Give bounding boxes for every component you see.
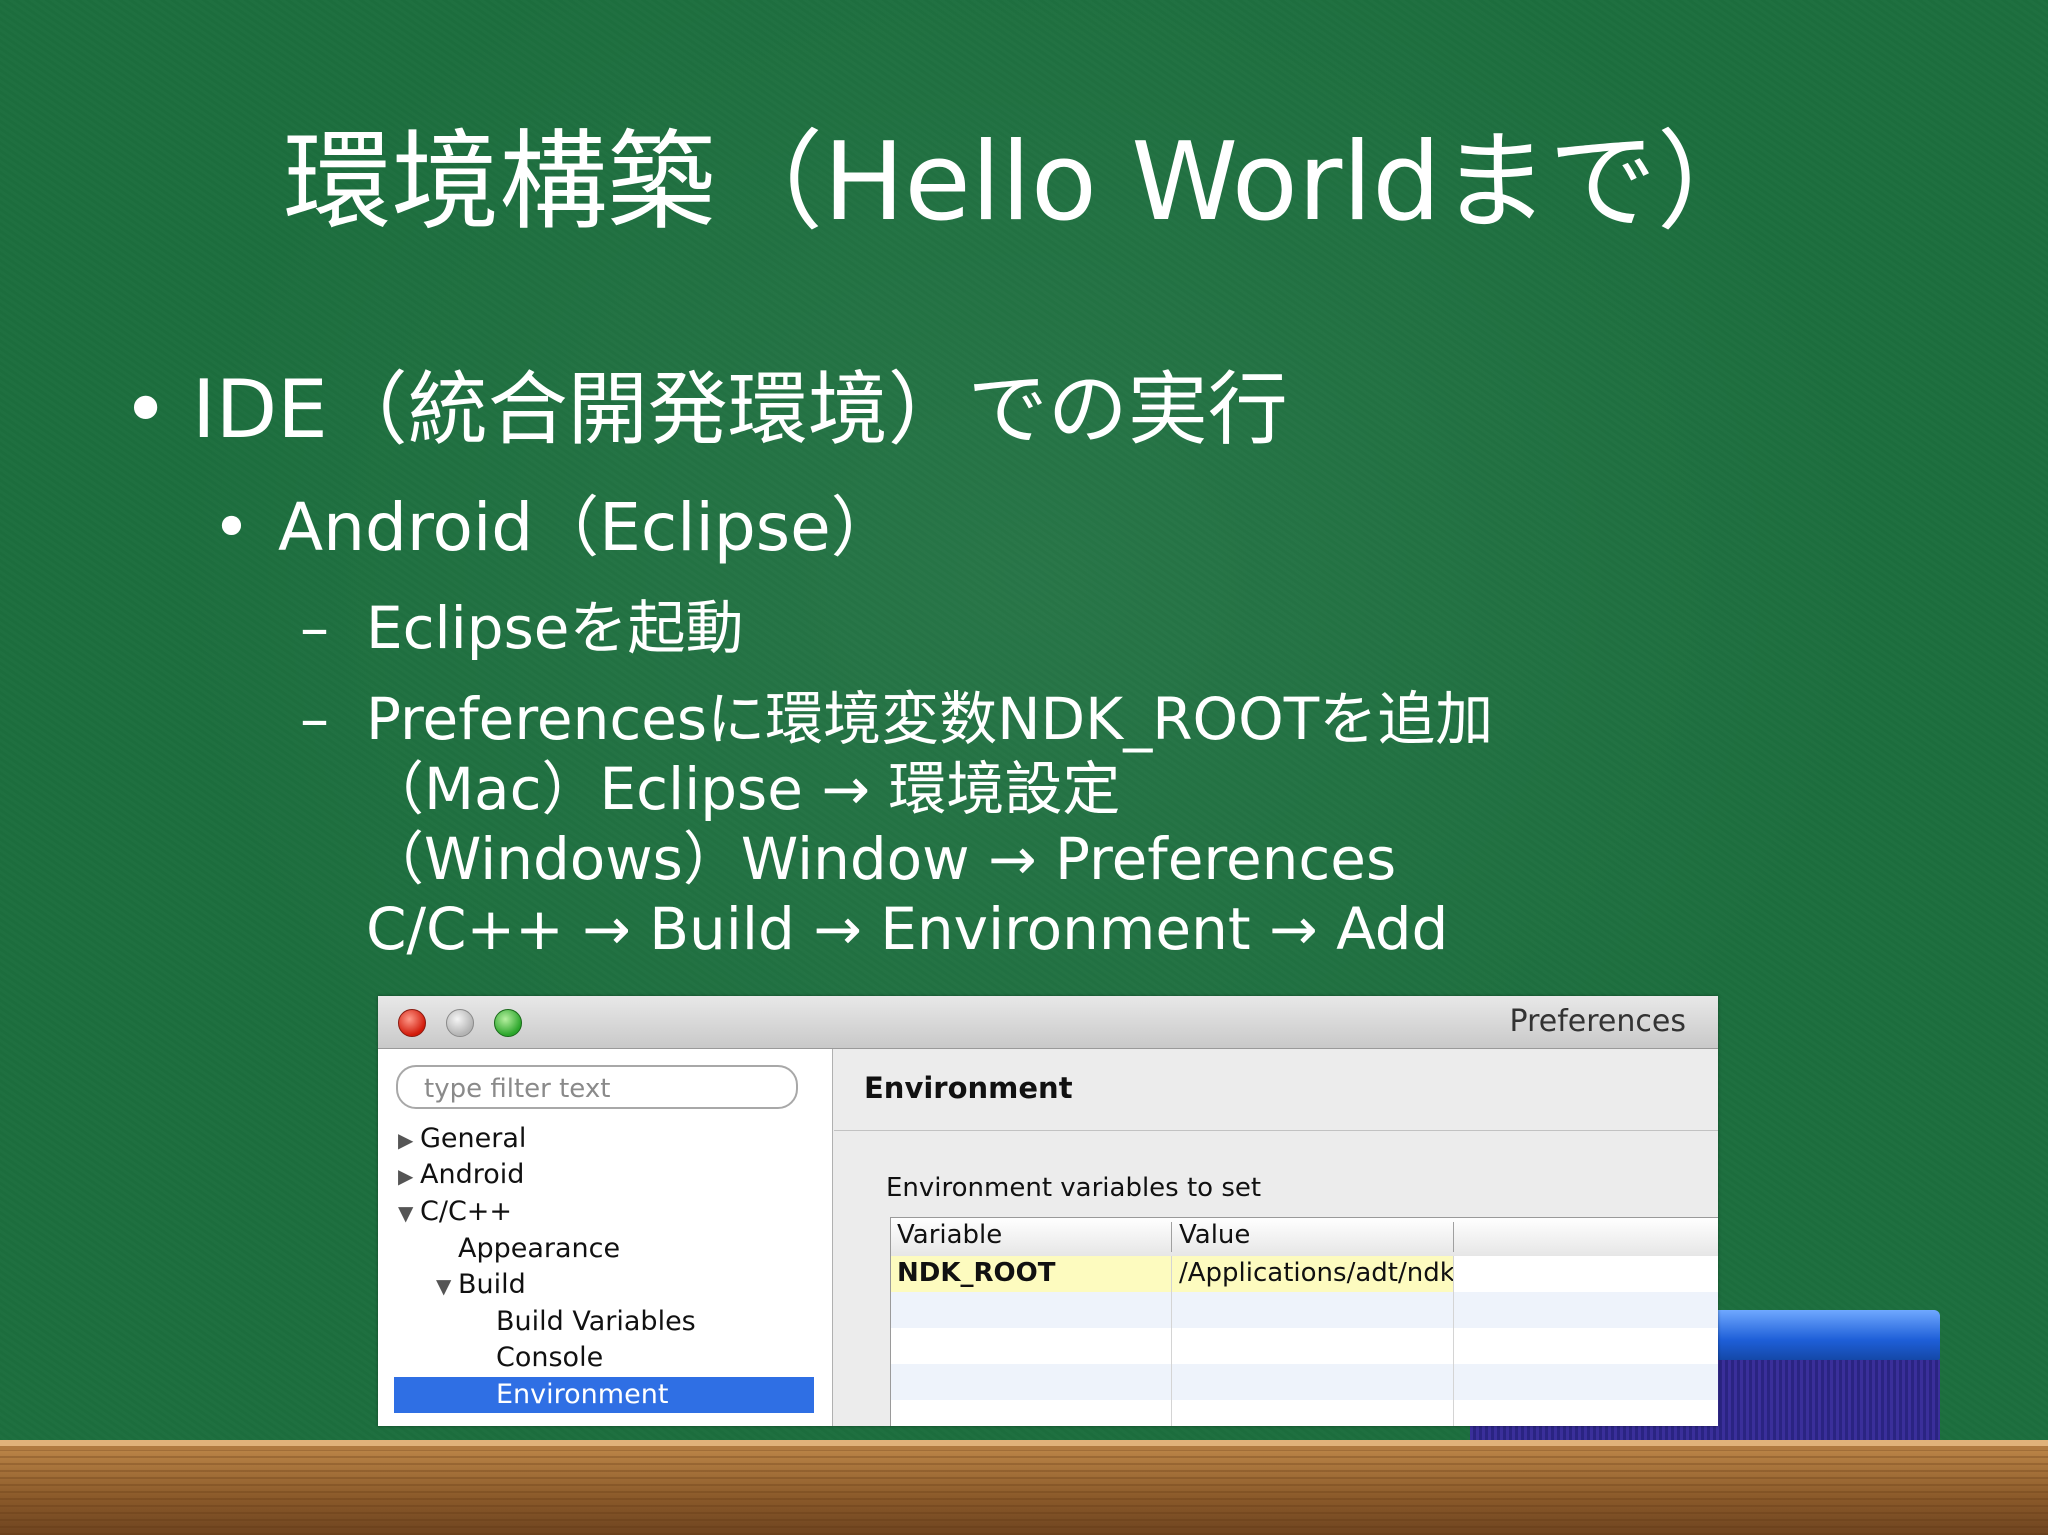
step-windows-path: （Windows）Window → Preferences — [366, 825, 1397, 893]
step-launch-eclipse-text: Eclipseを起動 — [366, 594, 744, 662]
tree-item-build[interactable]: ▼ Build — [436, 1267, 526, 1303]
preferences-window-screenshot: Preferences ▶General ▶Android ▼C/C++ App… — [378, 996, 1718, 1426]
table-row-empty[interactable] — [891, 1328, 1718, 1364]
column-line — [1171, 1256, 1172, 1426]
table-row-empty[interactable] — [891, 1364, 1718, 1400]
table-row[interactable]: NDK_ROOT /Applications/adt/ndk — [891, 1256, 1718, 1292]
collapse-arrow-icon[interactable]: ▼ — [398, 1195, 420, 1231]
filter-input[interactable] — [422, 1073, 786, 1105]
minimize-button[interactable] — [446, 1009, 474, 1037]
window-titlebar: Preferences — [378, 996, 1718, 1049]
window-title: Preferences — [1509, 1004, 1686, 1039]
section-label: Environment variables to set — [886, 1173, 1262, 1203]
tree-item-cpp[interactable]: ▼ C/C++ — [398, 1194, 512, 1230]
tree-item-environment[interactable]: Environment — [394, 1377, 814, 1413]
close-button[interactable] — [398, 1009, 426, 1037]
environment-page: Environment Environment variables to set… — [834, 1049, 1718, 1426]
tree-item-build-variables[interactable]: Build Variables — [496, 1304, 696, 1340]
tree-item-appearance[interactable]: Appearance — [458, 1231, 620, 1267]
table-header: Variable Value — [891, 1218, 1718, 1257]
bullet-ide: • IDE（統合開発環境）での実行 — [122, 360, 1288, 460]
filter-box — [396, 1065, 798, 1109]
cell-variable: NDK_ROOT — [897, 1258, 1056, 1288]
column-line — [1453, 1256, 1454, 1426]
step-launch-eclipse: – Eclipseを起動 — [300, 592, 743, 664]
divider — [834, 1130, 1718, 1131]
column-divider[interactable] — [1171, 1222, 1172, 1252]
step-add-ndk-root-text: Preferencesに環境変数NDK_ROOTを追加 — [366, 685, 1494, 753]
expand-arrow-icon[interactable]: ▶ — [398, 1158, 420, 1194]
table-row-empty[interactable] — [891, 1292, 1718, 1328]
tree-item-android[interactable]: ▶ Android — [398, 1157, 524, 1193]
column-divider[interactable] — [1453, 1222, 1454, 1252]
tree-item-console[interactable]: Console — [496, 1340, 603, 1376]
environment-variables-table: Variable Value NDK_ROOT /Applications/ad… — [890, 1217, 1718, 1426]
collapse-arrow-icon[interactable]: ▼ — [436, 1268, 458, 1304]
zoom-button[interactable] — [494, 1009, 522, 1037]
bullet-symbol: • — [212, 489, 251, 566]
chalk-ledge — [0, 1440, 2048, 1535]
cell-value: /Applications/adt/ndk — [1179, 1258, 1455, 1288]
preferences-tree-pane: ▶General ▶Android ▼C/C++ Appearance ▼Bui… — [378, 1049, 833, 1426]
bullet-ide-text: IDE（統合開発環境）での実行 — [192, 363, 1288, 456]
dash-symbol: – — [300, 594, 329, 662]
step-mac-path: （Mac）Eclipse → 環境設定 — [366, 755, 1121, 823]
bullet-android-text: Android（Eclipse） — [278, 489, 897, 566]
step-cpp-path: C/C++ → Build → Environment → Add — [366, 895, 1449, 963]
bullet-symbol: • — [122, 363, 170, 456]
page-title: Environment — [864, 1071, 1073, 1105]
step-add-ndk-root: – Preferencesに環境変数NDK_ROOTを追加 （Mac）Eclips… — [300, 684, 1493, 964]
expand-arrow-icon[interactable]: ▶ — [398, 1122, 420, 1158]
column-header-value[interactable]: Value — [1179, 1220, 1250, 1250]
tree-item-general[interactable]: ▶ General — [398, 1121, 526, 1157]
bullet-android: • Android（Eclipse） — [212, 486, 897, 570]
column-header-variable[interactable]: Variable — [897, 1220, 1002, 1250]
dash-symbol: – — [300, 685, 329, 753]
slide-title: 環境構築（Hello Worldまで） — [283, 120, 1765, 245]
